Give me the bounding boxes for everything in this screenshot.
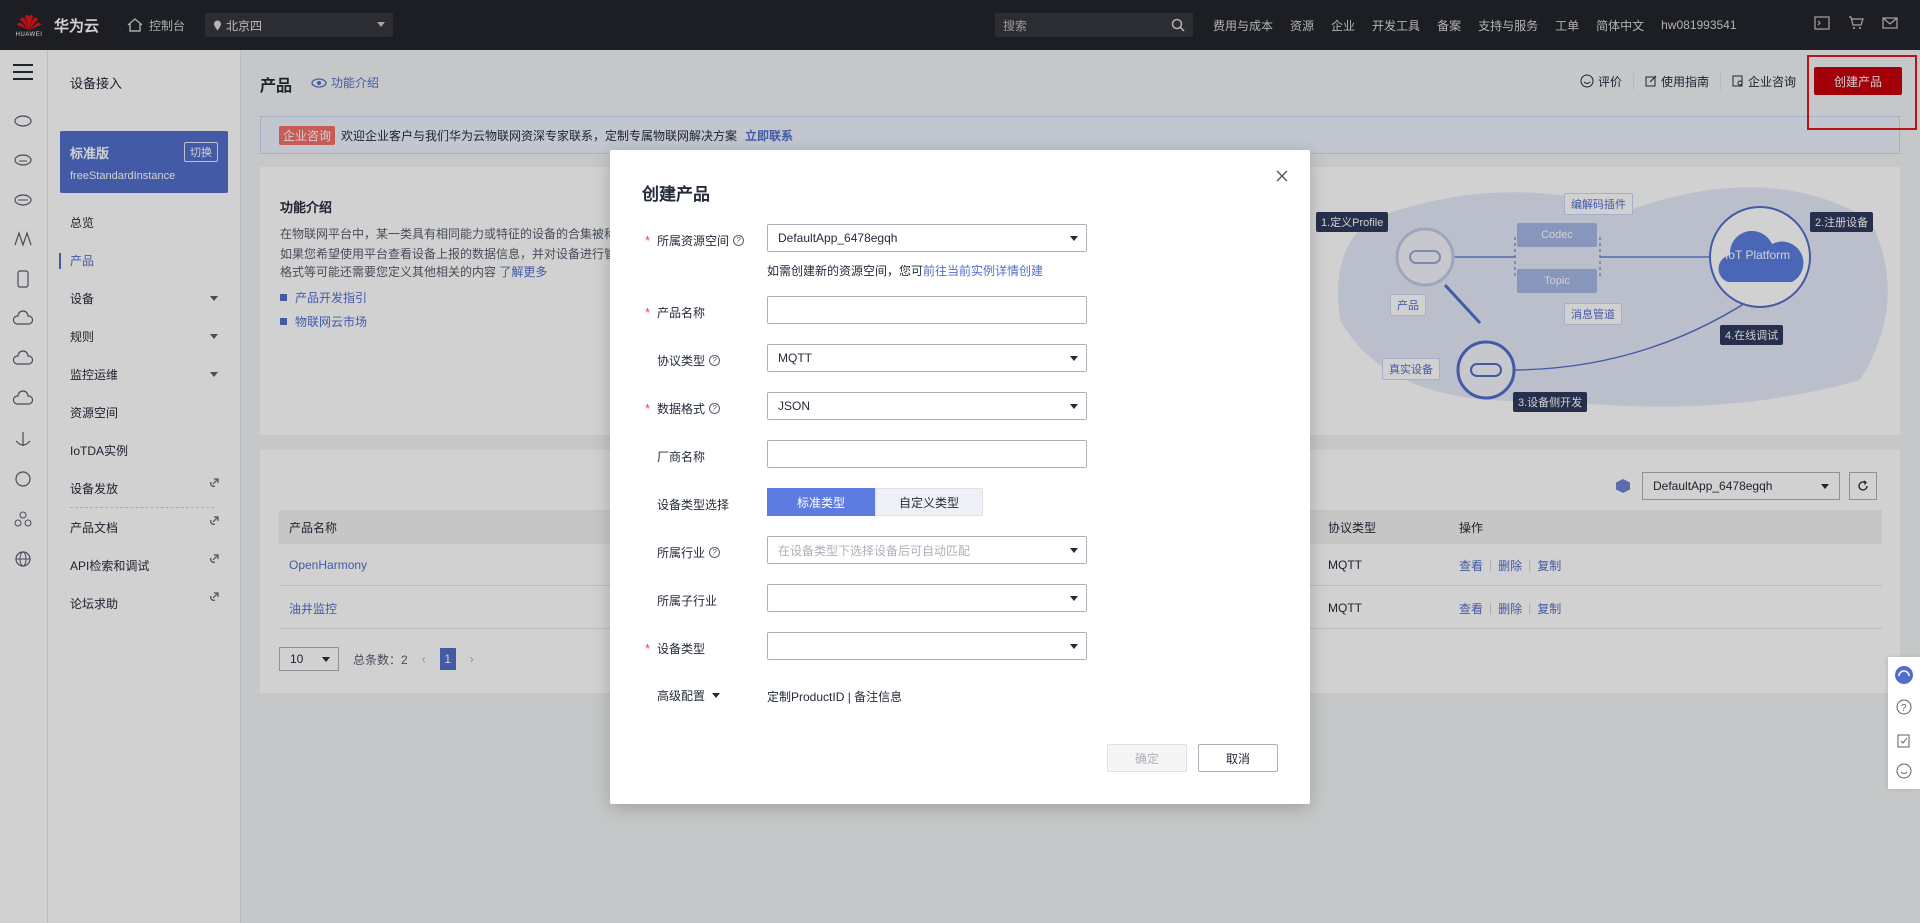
create-product-dialog: 创建产品 * 所属资源空间? DefaultApp_6478egqh 如需创建新… [610,150,1310,804]
protocol-label: 协议类型? [657,352,721,369]
sub-industry-select[interactable] [767,584,1087,612]
industry-select[interactable]: 在设备类型下选择设备后可自动匹配 [767,536,1087,564]
help-icon[interactable]: ? [709,547,721,558]
create-workspace-link[interactable]: 前往当前实例详情创建 [923,264,1043,278]
device-type-label: 设备类型 [657,642,706,656]
chevron-down-icon [1070,356,1078,361]
sub-industry-label: 所属子行业 [657,594,718,608]
help-icon[interactable]: ? [733,235,745,246]
advanced-summary: 定制ProductID | 备注信息 [767,690,903,704]
chevron-down-icon [1070,548,1078,553]
feedback-icon[interactable] [1896,733,1912,749]
close-icon[interactable] [1274,168,1290,184]
workspace-select[interactable]: DefaultApp_6478egqh [767,224,1087,252]
custom-type-tab[interactable]: 自定义类型 [875,488,983,516]
device-type-select[interactable] [767,632,1087,660]
chevron-down-icon [1070,236,1078,241]
workspace-value: DefaultApp_6478egqh [778,231,898,245]
data-format-label: 数据格式? [657,400,721,417]
chevron-down-icon [1070,404,1078,409]
required-mark: * [645,233,651,248]
dialog-title: 创建产品 [642,185,710,204]
protocol-select[interactable]: MQTT [767,344,1087,372]
required-mark: * [645,305,651,320]
required-mark: * [645,401,651,416]
chevron-down-icon [1070,644,1078,649]
workspace-label: 所属资源空间? [657,232,745,249]
protocol-value: MQTT [778,351,812,365]
device-type-segment: 标准类型 自定义类型 [767,488,983,516]
industry-label: 所属行业? [657,544,721,561]
cancel-button[interactable]: 取消 [1198,744,1278,772]
chevron-down-icon [1070,596,1078,601]
product-name-label: 产品名称 [657,306,706,320]
help-icon[interactable]: ? [709,355,721,366]
industry-placeholder: 在设备类型下选择设备后可自动匹配 [778,543,971,558]
data-format-select[interactable]: JSON [767,392,1087,420]
help-circle-icon[interactable]: ? [1896,699,1912,715]
vendor-label: 厂商名称 [657,450,706,464]
advanced-toggle[interactable]: 高级配置 [657,687,721,704]
standard-type-tab[interactable]: 标准类型 [767,488,875,516]
vendor-input[interactable] [767,440,1087,468]
headset-icon[interactable] [1894,665,1914,685]
help-icon[interactable]: ? [709,403,721,414]
confirm-button[interactable]: 确定 [1107,744,1187,772]
data-format-value: JSON [778,399,811,413]
device-type-choice-label: 设备类型选择 [657,498,730,512]
smile-icon[interactable] [1896,763,1912,779]
chevron-down-icon [712,693,721,698]
svg-text:?: ? [1901,703,1907,714]
product-name-input[interactable] [767,296,1087,324]
workspace-hint: 如需创建新的资源空间，您可前往当前实例详情创建 [767,264,1044,278]
required-mark: * [645,641,651,656]
floating-toolbar: ? [1888,657,1920,789]
